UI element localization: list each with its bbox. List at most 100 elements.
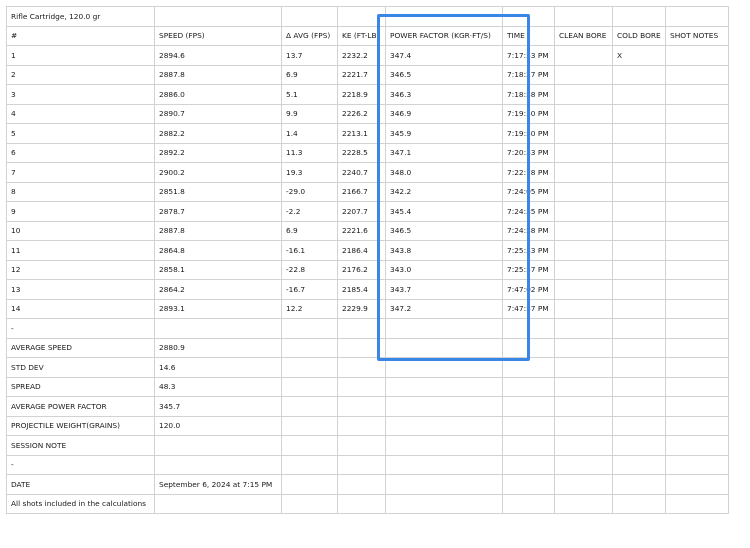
shot-cell: 2218.9 (337, 84, 386, 105)
shot-row: 13 2864.2 -16.7 2185.4 343.7 7:47:02 PM (6, 279, 729, 300)
shot-cell: 14 (6, 298, 155, 319)
column-header: # (6, 25, 155, 46)
empty-cell (502, 454, 555, 475)
shot-cell: 11.3 (281, 142, 338, 163)
shot-cell: 2886.0 (154, 84, 282, 105)
column-header: KE (FT-LB) (337, 25, 386, 46)
shot-row: 14 2893.1 12.2 2229.9 347.2 7:47:57 PM (6, 298, 729, 319)
empty-cell (281, 396, 338, 417)
shot-cell: -29.0 (281, 181, 338, 202)
shot-cell (554, 279, 613, 300)
empty-cell (612, 376, 666, 397)
shot-cell: 343.8 (385, 240, 503, 261)
shot-cell: 343.7 (385, 279, 503, 300)
shot-cell: 7:17:53 PM (502, 45, 555, 66)
summary-row: AVERAGE SPEED 2880.9 (6, 337, 729, 358)
shot-cell (612, 240, 666, 261)
shot-cell (612, 220, 666, 241)
empty-cell (281, 6, 338, 27)
table-body: Rifle Cartridge, 120.0 gr # SPEED (FPS) Δ A… (6, 6, 729, 514)
shot-cell (612, 142, 666, 163)
shot-cell: 2185.4 (337, 279, 386, 300)
shot-cell: 7:19:50 PM (502, 123, 555, 144)
shot-cell (665, 64, 729, 85)
shot-cell: 7:18:27 PM (502, 64, 555, 85)
summary-label: PROJECTILE WEIGHT(GRAINS) (6, 415, 155, 436)
shot-cell: 2228.5 (337, 142, 386, 163)
shot-cell: 346.5 (385, 220, 503, 241)
empty-cell (554, 435, 613, 456)
shot-cell: 2226.2 (337, 103, 386, 124)
empty-cell (612, 474, 666, 495)
shot-cell: 9.9 (281, 103, 338, 124)
shot-cell (554, 181, 613, 202)
empty-cell (502, 6, 555, 27)
empty-cell (337, 6, 386, 27)
summary-row: AVERAGE POWER FACTOR 345.7 (6, 396, 729, 417)
empty-cell (385, 435, 503, 456)
column-header: Δ AVG (FPS) (281, 25, 338, 46)
empty-cell (154, 454, 282, 475)
empty-cell (281, 415, 338, 436)
shot-cell: 2882.2 (154, 123, 282, 144)
shot-cell: 12 (6, 259, 155, 280)
column-header: CLEAN BORE (554, 25, 613, 46)
shot-cell: 347.2 (385, 298, 503, 319)
shot-cell: 7:18:58 PM (502, 84, 555, 105)
shot-cell: 2229.9 (337, 298, 386, 319)
shot-cell: 7:47:57 PM (502, 298, 555, 319)
shot-cell (665, 162, 729, 183)
empty-cell (337, 337, 386, 358)
empty-cell (554, 396, 613, 417)
column-header: POWER FACTOR (KGR⋅FT/S) (385, 25, 503, 46)
empty-cell (554, 493, 613, 514)
shot-cell: 7:47:02 PM (502, 279, 555, 300)
empty-cell (612, 357, 666, 378)
empty-cell (337, 454, 386, 475)
summary-row: PROJECTILE WEIGHT(GRAINS) 120.0 (6, 415, 729, 436)
empty-cell (665, 415, 729, 436)
shot-cell: 348.0 (385, 162, 503, 183)
shot-cell: 342.2 (385, 181, 503, 202)
summary-label: SESSION NOTE (6, 435, 155, 456)
empty-cell (665, 318, 729, 339)
shot-cell: -2.2 (281, 201, 338, 222)
empty-cell (337, 493, 386, 514)
empty-cell (281, 435, 338, 456)
shot-cell (554, 201, 613, 222)
date-row: DATE September 6, 2024 at 7:15 PM (6, 474, 729, 495)
empty-cell (554, 415, 613, 436)
shot-cell (612, 298, 666, 319)
shot-cell (665, 103, 729, 124)
empty-cell (385, 318, 503, 339)
empty-cell (612, 435, 666, 456)
shot-cell (554, 123, 613, 144)
empty-cell (554, 6, 613, 27)
shot-cell (554, 162, 613, 183)
empty-cell (154, 318, 282, 339)
empty-cell (385, 6, 503, 27)
shot-cell: 13.7 (281, 45, 338, 66)
empty-cell (665, 376, 729, 397)
shot-cell: 7 (6, 162, 155, 183)
shot-cell (554, 45, 613, 66)
empty-cell (502, 357, 555, 378)
shot-cell (665, 45, 729, 66)
empty-cell (281, 493, 338, 514)
shot-cell: 1 (6, 45, 155, 66)
shot-cell: 6 (6, 142, 155, 163)
shot-cell (554, 142, 613, 163)
empty-cell (385, 454, 503, 475)
empty-cell (337, 415, 386, 436)
shot-cell: 7:24:05 PM (502, 181, 555, 202)
empty-cell (502, 493, 555, 514)
empty-cell (385, 337, 503, 358)
shot-cell (612, 279, 666, 300)
empty-cell (337, 435, 386, 456)
summary-label: AVERAGE SPEED (6, 337, 155, 358)
shot-cell: 7:20:33 PM (502, 142, 555, 163)
shot-cell (612, 181, 666, 202)
empty-cell (154, 6, 282, 27)
shot-cell: 2176.2 (337, 259, 386, 280)
shot-cell: 2894.6 (154, 45, 282, 66)
